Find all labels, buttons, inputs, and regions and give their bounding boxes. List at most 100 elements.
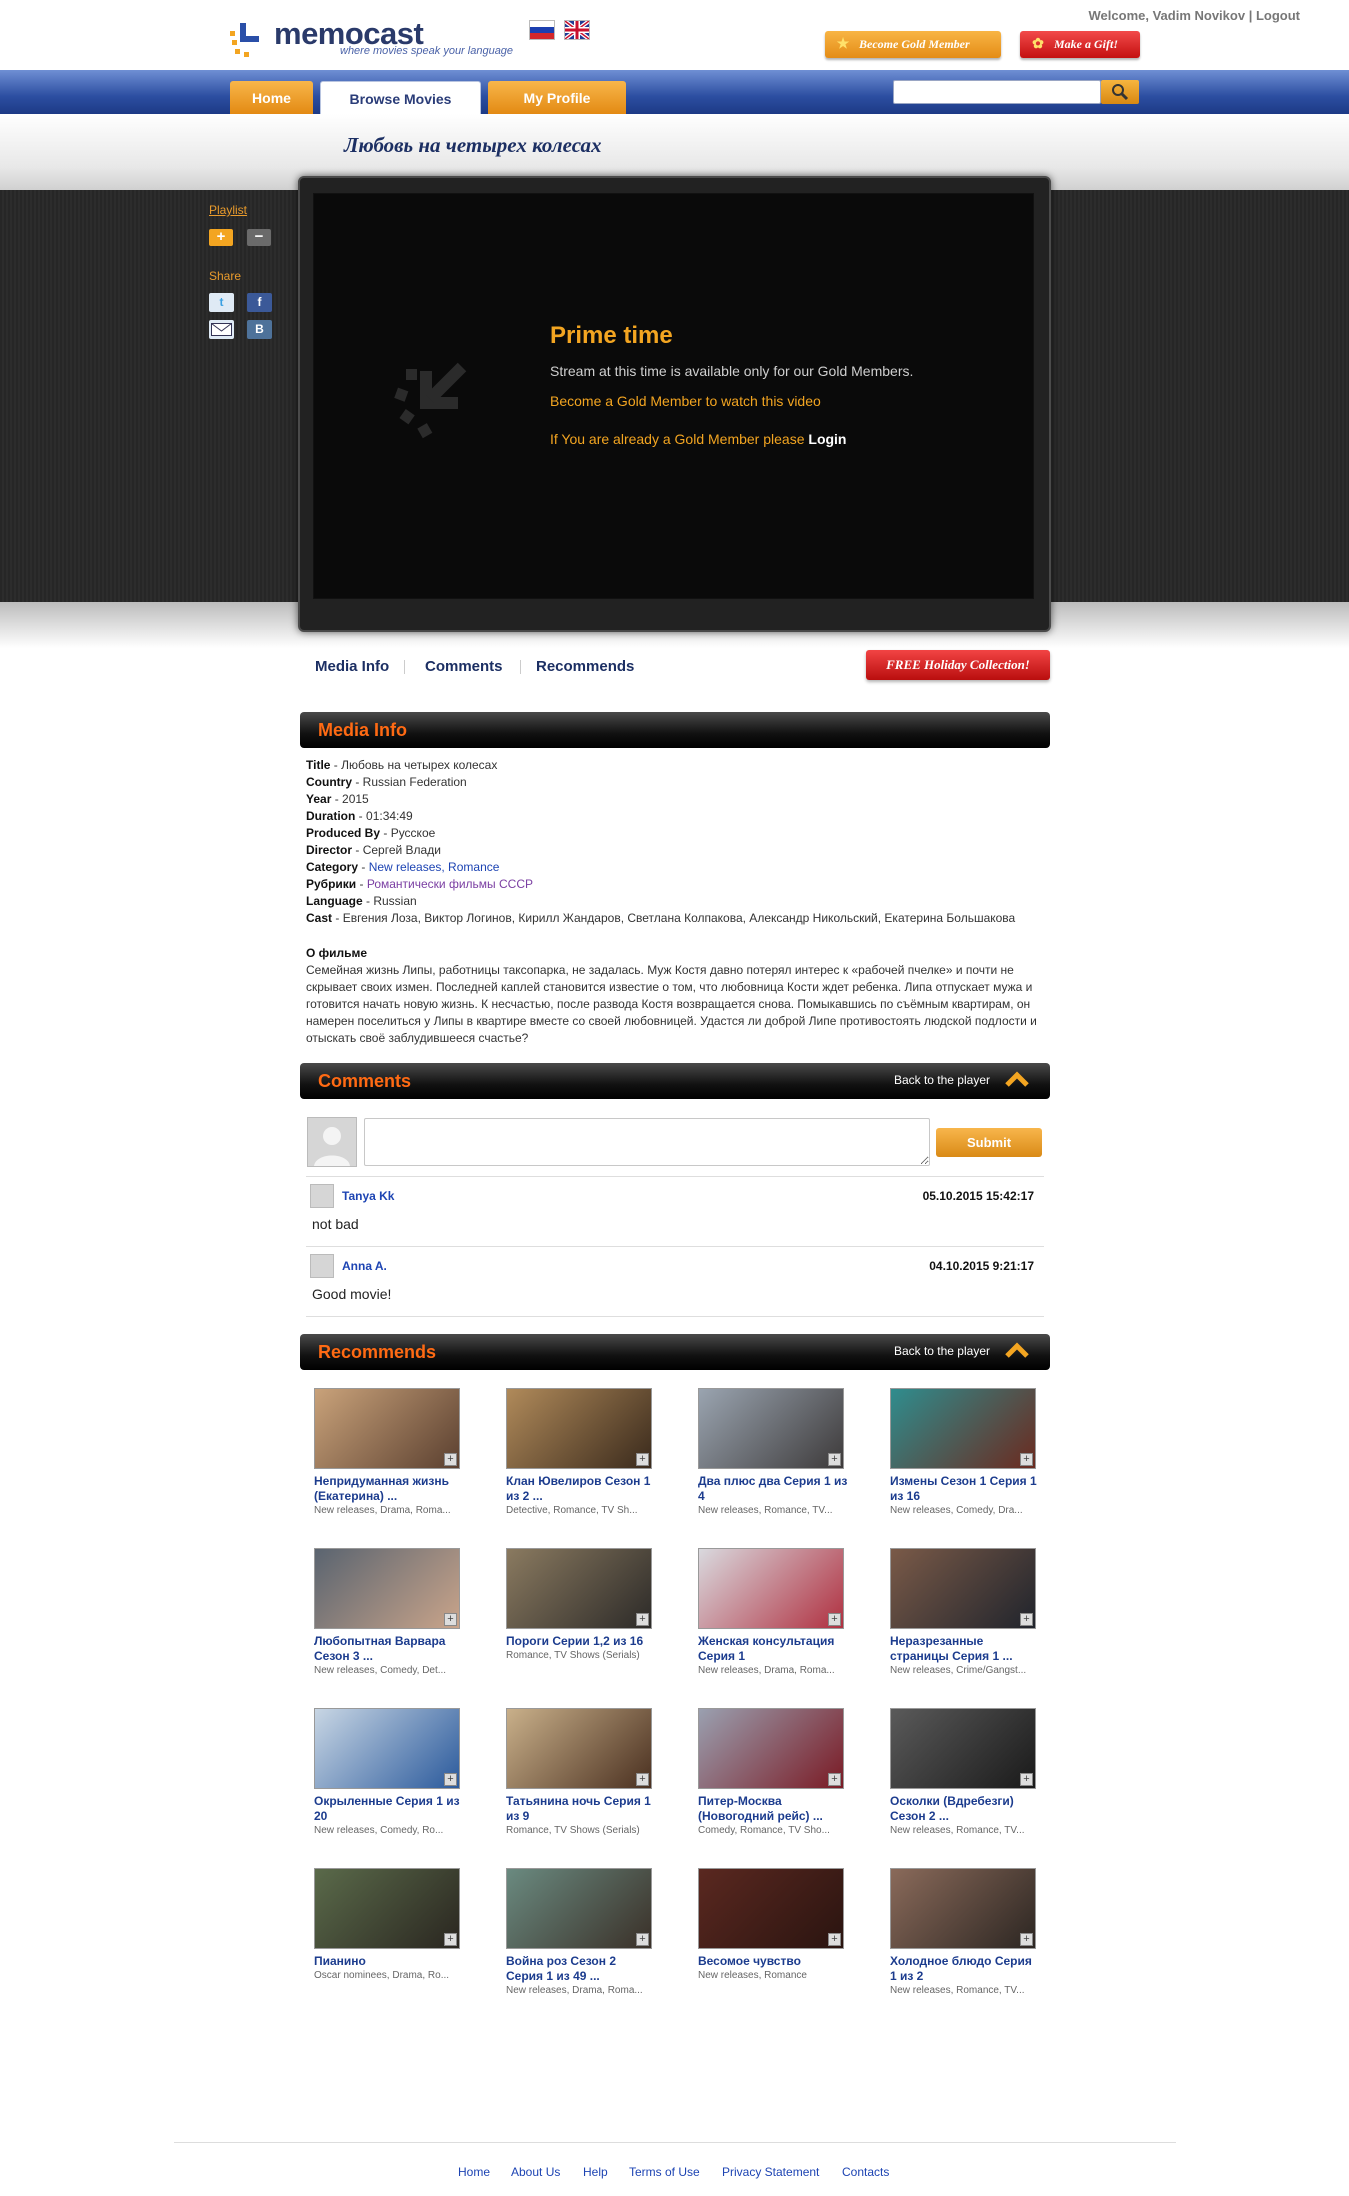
subtab-media-info[interactable]: Media Info — [315, 658, 389, 675]
movie-title-link[interactable]: Два плюс два Серия 1 из 4 — [698, 1474, 848, 1504]
movie-title-link[interactable]: Татьянина ночь Серия 1 из 9 — [506, 1794, 656, 1824]
movie-thumbnail[interactable]: + — [314, 1388, 460, 1469]
add-to-playlist-icon[interactable]: + — [1020, 1453, 1033, 1466]
add-to-playlist-icon[interactable]: + — [828, 1933, 841, 1946]
movie-thumbnail[interactable]: + — [698, 1708, 844, 1789]
add-to-playlist-icon[interactable]: + — [444, 1453, 457, 1466]
movie-title-link[interactable]: Пианино — [314, 1954, 464, 1969]
rubric-link[interactable]: Романтически фильмы СССР — [367, 877, 533, 891]
movie-thumbnail[interactable]: + — [314, 1708, 460, 1789]
comment-input[interactable] — [364, 1118, 930, 1166]
category-link[interactable]: New releases, Romance — [369, 860, 500, 874]
add-to-playlist-icon[interactable]: + — [636, 1453, 649, 1466]
movie-title-link[interactable]: Пороги Серии 1,2 из 16 — [506, 1634, 656, 1649]
movie-thumbnail[interactable]: + — [698, 1388, 844, 1469]
video-screen[interactable]: Prime time Stream at this time is availa… — [313, 193, 1034, 599]
comment-author[interactable]: Anna A. — [342, 1259, 387, 1273]
footer-link[interactable]: Help — [583, 2165, 608, 2179]
movie-title-link[interactable]: Окрыленные Серия 1 из 20 — [314, 1794, 464, 1824]
playlist-remove-button[interactable]: − — [247, 229, 271, 246]
become-gold-member-button[interactable]: ★ Become Gold Member — [825, 31, 1001, 58]
vkontakte-icon[interactable]: B — [247, 320, 272, 339]
add-to-playlist-icon[interactable]: + — [636, 1933, 649, 1946]
add-to-playlist-icon[interactable]: + — [636, 1773, 649, 1786]
playlist-label[interactable]: Playlist — [209, 203, 247, 217]
free-holiday-collection-button[interactable]: FREE Holiday Collection! — [866, 650, 1050, 680]
add-to-playlist-icon[interactable]: + — [444, 1933, 457, 1946]
movie-thumbnail[interactable]: + — [890, 1388, 1036, 1469]
movie-thumbnail[interactable]: + — [506, 1868, 652, 1949]
movie-title-link[interactable]: Война роз Сезон 2 Серия 1 из 49 ... — [506, 1954, 656, 1984]
movie-title-link[interactable]: Женская консультация Серия 1 — [698, 1634, 848, 1664]
comments-header: Comments Back to the player — [300, 1063, 1050, 1099]
movie-genres: New releases, Romance — [698, 1970, 807, 1981]
login-prompt: If You are already a Gold Member please … — [550, 431, 847, 447]
movie-title-link[interactable]: Холодное блюдо Серия 1 из 2 — [890, 1954, 1040, 1984]
movie-title-link[interactable]: Клан Ювелиров Сезон 1 из 2 ... — [506, 1474, 656, 1504]
movie-title-link[interactable]: Весомое чувство — [698, 1954, 848, 1969]
facebook-icon[interactable]: f — [247, 293, 272, 312]
chevron-up-icon[interactable] — [1004, 1070, 1030, 1088]
memocast-logo-icon — [230, 23, 259, 57]
footer-link[interactable]: Privacy Statement — [722, 2165, 819, 2179]
become-gold-member-link[interactable]: Become a Gold Member to watch this video — [550, 393, 821, 409]
movie-thumbnail[interactable]: + — [314, 1868, 460, 1949]
comment-author[interactable]: Tanya Kk — [342, 1189, 394, 1203]
make-a-gift-button[interactable]: ✿ Make a Gift! — [1020, 31, 1140, 58]
movie-thumbnail[interactable]: + — [698, 1548, 844, 1629]
tab-browse-movies[interactable]: Browse Movies — [320, 81, 481, 114]
movie-thumbnail[interactable]: + — [890, 1708, 1036, 1789]
uk-flag-graphic — [563, 19, 591, 41]
footer-link[interactable]: Terms of Use — [629, 2165, 700, 2179]
add-to-playlist-icon[interactable]: + — [828, 1453, 841, 1466]
subtab-comments[interactable]: Comments — [425, 658, 503, 675]
submit-comment-button[interactable]: Submit — [936, 1128, 1042, 1157]
add-to-playlist-icon[interactable]: + — [1020, 1773, 1033, 1786]
add-to-playlist-icon[interactable]: + — [828, 1773, 841, 1786]
movie-title-link[interactable]: Непридуманная жизнь (Екатерина) ... — [314, 1474, 464, 1504]
movie-title-link[interactable]: Питер-Москва (Новогодний рейс) ... — [698, 1794, 848, 1824]
info-row: Produced By - Русское — [306, 826, 436, 840]
movie-thumbnail[interactable]: + — [506, 1548, 652, 1629]
footer-divider — [174, 2142, 1176, 2143]
movie-title-link[interactable]: Неразрезанные страницы Серия 1 ... — [890, 1634, 1040, 1664]
search-input[interactable] — [893, 80, 1101, 104]
footer-link[interactable]: Home — [458, 2165, 490, 2179]
twitter-icon[interactable]: t — [209, 293, 234, 312]
add-to-playlist-icon[interactable]: + — [444, 1613, 457, 1626]
share-label: Share — [209, 269, 242, 283]
add-to-playlist-icon[interactable]: + — [1020, 1613, 1033, 1626]
login-link[interactable]: Login — [808, 431, 846, 447]
movie-genres: New releases, Comedy, Det... — [314, 1665, 447, 1676]
movie-thumbnail[interactable]: + — [506, 1708, 652, 1789]
add-to-playlist-icon[interactable]: + — [828, 1613, 841, 1626]
memocast-logo[interactable]: memocast where movies speak your languag… — [230, 16, 513, 60]
back-to-player-link[interactable]: Back to the player — [894, 1344, 990, 1358]
logout-link[interactable]: Logout — [1256, 8, 1300, 23]
russian-flag-icon[interactable] — [529, 20, 555, 40]
footer-link[interactable]: About Us — [511, 2165, 560, 2179]
playlist-add-button[interactable]: + — [209, 229, 233, 246]
movie-genres: Comedy, Romance, TV Sho... — [698, 1825, 830, 1836]
search-button[interactable] — [1101, 80, 1139, 104]
movie-thumbnail[interactable]: + — [890, 1548, 1036, 1629]
english-flag-icon[interactable] — [563, 19, 591, 41]
movie-thumbnail[interactable]: + — [506, 1388, 652, 1469]
subtab-recommends[interactable]: Recommends — [536, 658, 634, 675]
chevron-up-icon[interactable] — [1004, 1341, 1030, 1359]
tab-my-profile[interactable]: My Profile — [488, 81, 626, 114]
back-to-player-link[interactable]: Back to the player — [894, 1073, 990, 1087]
movie-title-link[interactable]: Осколки (Вдребезги) Сезон 2 ... — [890, 1794, 1040, 1824]
mail-icon[interactable] — [209, 320, 234, 339]
footer-link[interactable]: Contacts — [842, 2165, 889, 2179]
movie-thumbnail[interactable]: + — [314, 1548, 460, 1629]
subtab-divider — [404, 660, 405, 674]
movie-thumbnail[interactable]: + — [698, 1868, 844, 1949]
movie-title-link[interactable]: Измены Сезон 1 Серия 1 из 16 — [890, 1474, 1040, 1504]
add-to-playlist-icon[interactable]: + — [1020, 1933, 1033, 1946]
add-to-playlist-icon[interactable]: + — [444, 1773, 457, 1786]
movie-title-link[interactable]: Любопытная Варвара Сезон 3 ... — [314, 1634, 464, 1664]
tab-home[interactable]: Home — [230, 81, 313, 114]
movie-thumbnail[interactable]: + — [890, 1868, 1036, 1949]
add-to-playlist-icon[interactable]: + — [636, 1613, 649, 1626]
